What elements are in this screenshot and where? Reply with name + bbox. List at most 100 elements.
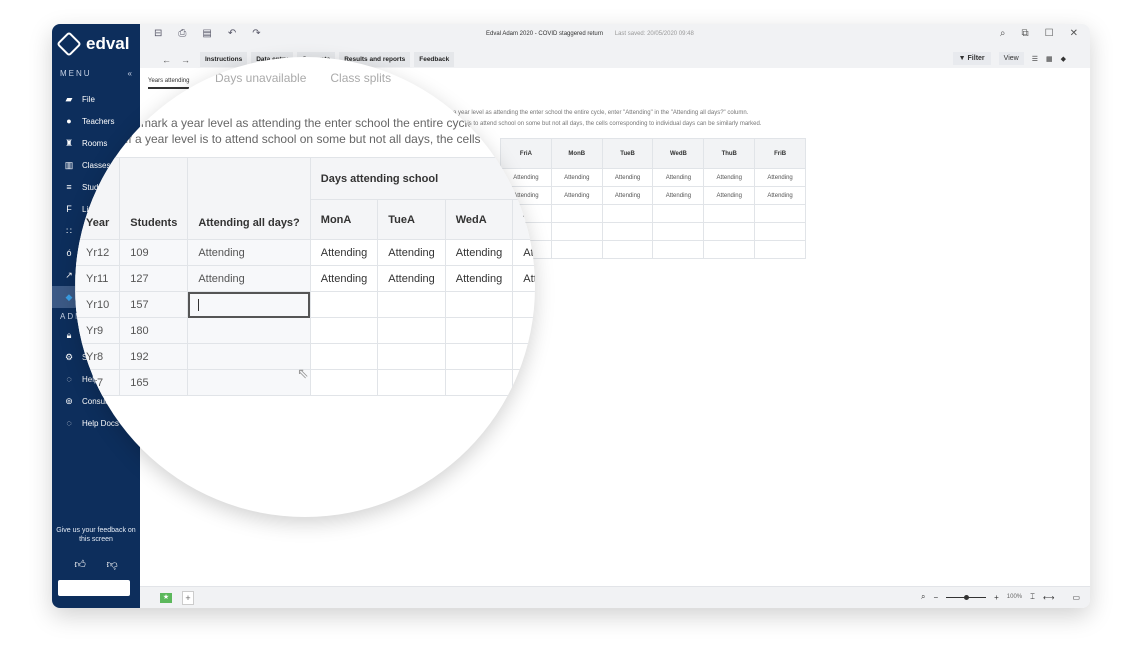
attending-all-days-cell[interactable] (187, 317, 311, 344)
layout-icon[interactable]: ▦ (1046, 55, 1053, 63)
year-cell: Yr7 (75, 369, 121, 396)
day-cell[interactable] (309, 317, 379, 344)
cell[interactable]: Attending (754, 186, 806, 205)
cell[interactable]: Attending (754, 168, 806, 187)
logo-text: edval (86, 34, 130, 53)
column-header-year: Year (75, 157, 121, 240)
cell[interactable]: Attending (652, 186, 705, 205)
day-cell[interactable] (309, 343, 379, 370)
attending-all-days-cell[interactable]: Attending (187, 265, 311, 292)
thumbs-down-icon[interactable]: 👎︎ (106, 558, 117, 571)
list-view-icon[interactable]: ☰ (1032, 55, 1038, 63)
consult-icon: ⊚ (65, 395, 73, 406)
day-cell[interactable]: Attending (377, 239, 446, 266)
year-cell: Yr8 (75, 343, 121, 370)
day-cell[interactable] (512, 369, 535, 396)
cell[interactable]: Attending (601, 186, 654, 205)
attending-all-days-cell[interactable] (187, 343, 311, 370)
filter-button[interactable]: ▼ Filter (952, 52, 991, 65)
column-header-thua: ThuA (512, 199, 535, 240)
lock-icon: 🔒︎ (66, 329, 72, 340)
table-row (500, 222, 806, 241)
fullscreen-icon[interactable]: ▭ (1072, 593, 1080, 602)
day-cell[interactable]: Attending (512, 265, 535, 292)
help-docs-icon: ◌ (66, 418, 72, 428)
close-icon[interactable]: ✕ (1070, 28, 1078, 39)
cell[interactable] (652, 222, 705, 241)
day-cell[interactable]: Attending (309, 239, 379, 266)
add-sheet-button[interactable]: + (182, 591, 194, 605)
cell[interactable] (601, 204, 654, 223)
save-icon[interactable]: ⊟ (154, 28, 162, 39)
view-button[interactable]: View (998, 52, 1024, 65)
cell[interactable]: Attending (550, 168, 603, 187)
cell[interactable] (754, 240, 806, 259)
help-diamond-icon[interactable]: ◆ (1061, 55, 1066, 63)
day-cell[interactable] (444, 369, 514, 396)
column-header-wedb: WedB (652, 138, 705, 169)
day-cell[interactable] (512, 317, 535, 344)
students-cell: 165 (119, 369, 189, 396)
table-row: Yr11 127 Attending Attending Attending A… (75, 265, 535, 292)
magnifier-lens: Days unavailable Class splits To mark a … (75, 57, 535, 517)
zoom-search-icon[interactable]: ⌕ (921, 592, 925, 602)
thumbs-up-icon[interactable]: 👍︎ (74, 558, 86, 571)
cell[interactable] (601, 222, 654, 241)
attending-all-days-cell[interactable]: Attending (187, 239, 311, 266)
maximize-icon[interactable]: ☐ (1045, 28, 1054, 39)
day-cell[interactable] (444, 317, 514, 344)
cell[interactable]: Attending (703, 168, 756, 187)
day-cell[interactable]: Attending (377, 265, 446, 292)
popout-icon[interactable]: ⧉ (1022, 28, 1029, 39)
chat-icon: ◌ (66, 374, 72, 384)
cell[interactable] (754, 222, 806, 241)
cell[interactable] (703, 240, 756, 259)
cell[interactable] (652, 240, 705, 259)
feedback-input[interactable] (58, 580, 130, 596)
day-cell[interactable] (512, 343, 535, 370)
print-icon[interactable]: ⎙ (178, 28, 186, 39)
day-cell[interactable] (444, 291, 514, 318)
zoom-slider[interactable] (946, 594, 987, 600)
cell[interactable]: Attending (601, 168, 654, 187)
day-cell[interactable] (377, 317, 446, 344)
redo-icon[interactable]: ↷ (252, 28, 260, 39)
day-cell[interactable] (309, 291, 379, 318)
cell[interactable] (550, 240, 603, 259)
sheet-tab[interactable]: ★ (160, 593, 172, 603)
attending-all-days-cell-editing[interactable] (187, 291, 311, 318)
export-icon[interactable]: ▤ (202, 28, 211, 39)
day-cell[interactable] (444, 343, 514, 370)
subtab-days-unavailable[interactable]: Days unavailable (215, 71, 306, 85)
cell[interactable] (550, 204, 603, 223)
cell[interactable] (703, 204, 756, 223)
zoom-in-button[interactable]: + (994, 593, 999, 602)
day-cell[interactable]: Attending (512, 239, 535, 266)
document-title-bar: Edval Adam 2020 - COVID staggered return… (486, 31, 694, 37)
day-cell[interactable] (512, 291, 535, 318)
day-cell[interactable] (377, 291, 446, 318)
search-icon[interactable]: ⌕ (1000, 28, 1006, 39)
column-header-thub: ThuB (703, 138, 756, 169)
day-cell[interactable]: Attending (444, 239, 514, 266)
cell[interactable]: Attending (703, 186, 756, 205)
undo-icon[interactable]: ↶ (228, 28, 236, 39)
fit-width-icon[interactable]: ⟷ (1043, 593, 1054, 602)
zoom-out-button[interactable]: − (933, 593, 938, 602)
day-cell[interactable] (377, 369, 446, 396)
cell[interactable]: Attending (652, 168, 705, 187)
day-cell[interactable] (377, 343, 446, 370)
cell[interactable] (550, 222, 603, 241)
cell[interactable]: Attending (550, 186, 603, 205)
attending-all-days-cell[interactable] (187, 369, 311, 396)
day-cell[interactable]: Attending (444, 265, 514, 292)
subtab-class-splits[interactable]: Class splits (330, 71, 391, 85)
day-cell[interactable]: Attending (309, 265, 379, 292)
feedback-buttons: 👍︎ 👎︎ (52, 558, 140, 571)
fit-height-icon[interactable]: ⌶ (1030, 592, 1035, 602)
cell[interactable] (703, 222, 756, 241)
day-cell[interactable] (309, 369, 379, 396)
cell[interactable] (601, 240, 654, 259)
cell[interactable] (652, 204, 705, 223)
cell[interactable] (754, 204, 806, 223)
